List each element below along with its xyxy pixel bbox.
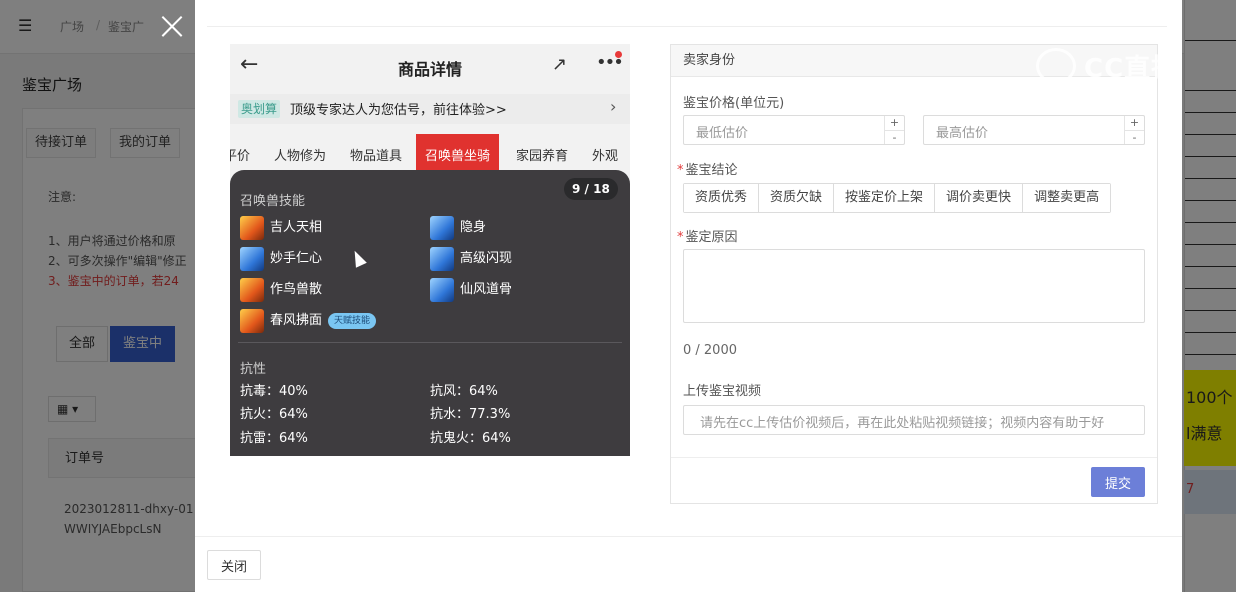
quantity-stepper[interactable]: + - (1124, 116, 1144, 144)
promo-text: 顶级专家达人为您估号，前往体验>> (290, 103, 507, 118)
watermark-logo: CC直播 (1036, 46, 1204, 86)
required-mark: * (677, 230, 684, 245)
resist-value: 抗水：77.3% (430, 407, 511, 422)
phone-tab: 人物修为 (274, 149, 327, 164)
conclusion-option[interactable]: 资质欠缺 (759, 184, 835, 212)
conclusion-label-text: 鉴宝结论 (685, 163, 738, 178)
skill-water-icon (240, 247, 264, 271)
divider (238, 342, 622, 343)
skill-item: 作鸟兽散 (240, 278, 322, 302)
resist-value: 抗雷：64% (240, 431, 308, 446)
skill-name: 隐身 (460, 220, 487, 235)
resist-value: 抗毒：40% (240, 384, 308, 399)
phone-tab: 平价 (230, 149, 251, 164)
skill-fire-icon (240, 216, 264, 240)
decrement-icon[interactable]: - (885, 130, 904, 144)
skill-item: 仙风道骨 (430, 278, 512, 302)
submit-button[interactable]: 提交 (1091, 467, 1145, 497)
skill-name: 高级闪现 (460, 251, 513, 266)
notification-dot (615, 51, 622, 58)
watermark-text: CC直播 (1084, 54, 1179, 84)
quantity-stepper[interactable]: + - (884, 116, 904, 144)
increment-icon[interactable]: + (885, 116, 904, 130)
skill-name: 作鸟兽散 (270, 282, 323, 297)
close-button[interactable]: 关闭 (207, 550, 261, 580)
divider (671, 457, 1157, 458)
item-detail-screenshot: ← 商品详情 ↗ ••• 奥划算 顶级专家达人为您估号，前往体验>> › 平价 … (230, 44, 630, 456)
appraisal-modal: ← 商品详情 ↗ ••• 奥划算 顶级专家达人为您估号，前往体验>> › 平价 … (195, 0, 1182, 592)
reason-label-text: 鉴定原因 (685, 230, 738, 245)
conclusion-option[interactable]: 按鉴定价上架 (834, 184, 936, 212)
phone-tab-active: 召唤兽坐骑 (416, 134, 500, 170)
phone-tab: 家园养育 (516, 149, 569, 164)
skill-name: 仙风道骨 (460, 282, 513, 297)
conclusion-label: * 鉴宝结论 (677, 159, 738, 178)
decrement-icon[interactable]: - (1125, 130, 1144, 144)
min-price-placeholder: 最低估价 (696, 126, 749, 141)
required-mark: * (677, 163, 684, 178)
share-icon: ↗ (552, 54, 568, 75)
resist-value: 抗鬼火：64% (430, 431, 511, 446)
divider (207, 26, 1167, 27)
increment-icon[interactable]: + (1125, 116, 1144, 130)
divider (195, 536, 1182, 537)
skill-name: 春风拂面 (270, 313, 323, 328)
phone-tab: 外观 (592, 149, 619, 164)
skill-item: 春风拂面 天赋技能 (240, 309, 377, 333)
chevron-right-icon: › (610, 97, 617, 116)
skills-section-title: 召唤兽技能 (240, 194, 306, 209)
phone-tab: 物品道具 (350, 149, 403, 164)
skill-item: 隐身 (430, 216, 486, 240)
appraisal-form: 卖家身份 鉴宝价格(单位元) 最低估价 + - 最高估价 + - * 鉴宝结论 资… (670, 44, 1158, 504)
resist-section-title: 抗性 (240, 362, 267, 377)
resist-value: 抗火：64% (240, 407, 308, 422)
video-label: 上传鉴宝视频 (683, 384, 762, 399)
skill-water-icon (430, 278, 454, 302)
video-link-placeholder: 请先在cc上传估价视频后，再在此处粘贴视频链接；视频内容有助于好 (700, 416, 1105, 431)
skill-fire-icon (240, 309, 264, 333)
skill-fire-icon (240, 278, 264, 302)
reason-textarea[interactable] (683, 249, 1145, 323)
conclusion-option[interactable]: 资质优秀 (684, 184, 760, 212)
talent-skill-tag: 天赋技能 (328, 312, 377, 329)
skill-water-icon (430, 247, 454, 271)
video-link-input[interactable]: 请先在cc上传估价视频后，再在此处粘贴视频链接；视频内容有助于好 (683, 405, 1145, 435)
max-price-placeholder: 最高估价 (936, 126, 989, 141)
skill-item: 妙手仁心 (240, 247, 322, 271)
skill-item: 高级闪现 (430, 247, 512, 271)
promo-badge: 奥划算 (238, 100, 281, 118)
phone-page-title: 商品详情 (397, 60, 462, 79)
page-count-badge: 9 / 18 (564, 178, 618, 200)
price-label: 鉴宝价格(单位元) (683, 96, 785, 111)
min-price-input[interactable]: 最低估价 + - (683, 115, 905, 145)
char-counter: 0 / 2000 (683, 343, 737, 358)
skill-name: 吉人天相 (270, 220, 323, 235)
reason-label: * 鉴定原因 (677, 226, 738, 245)
conclusion-options: 资质优秀 资质欠缺 按鉴定价上架 调价卖更快 调整卖更高 (683, 183, 1112, 213)
skill-water-icon (430, 216, 454, 240)
conclusion-option[interactable]: 调价卖更快 (935, 184, 1024, 212)
resist-value: 抗风：64% (430, 384, 498, 399)
watermark-circle-icon (1036, 48, 1076, 84)
close-icon[interactable]: × (152, 6, 192, 48)
skill-name: 妙手仁心 (270, 251, 323, 266)
max-price-input[interactable]: 最高估价 + - (923, 115, 1145, 145)
conclusion-option[interactable]: 调整卖更高 (1023, 184, 1111, 212)
skill-item: 吉人天相 (240, 216, 322, 240)
